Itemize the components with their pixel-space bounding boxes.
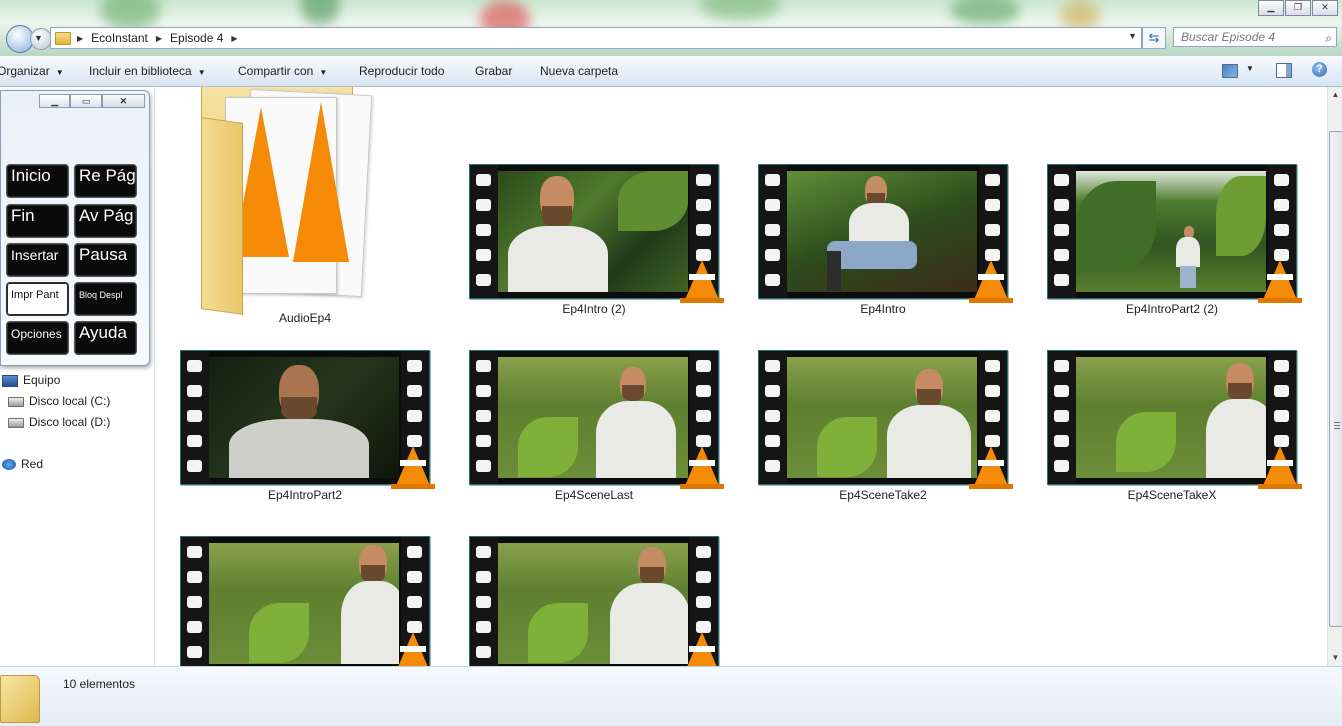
burn-button[interactable]: Grabar bbox=[475, 64, 512, 78]
video-thumbnail bbox=[180, 536, 431, 666]
refresh-button[interactable]: ⇆ bbox=[1142, 27, 1166, 49]
video-thumbnail bbox=[758, 164, 1013, 303]
key-insertar[interactable]: Insertar bbox=[6, 243, 69, 277]
search-icon[interactable]: ⌕ bbox=[1325, 29, 1332, 47]
share-with-menu[interactable]: Compartir con ▼ bbox=[238, 64, 327, 78]
caret-down-icon: ▼ bbox=[55, 68, 64, 77]
breadcrumb-ecoinstant[interactable]: EcoInstant bbox=[83, 31, 156, 45]
details-pane: 10 elementos bbox=[0, 666, 1342, 726]
organize-label: Organizar bbox=[0, 64, 50, 78]
osk-close-button[interactable]: ✕ bbox=[101, 94, 145, 108]
nav-item-computer[interactable]: Equipo bbox=[2, 373, 60, 387]
file-name: Ep4Intro (2) bbox=[562, 302, 626, 316]
network-icon bbox=[2, 459, 16, 471]
on-screen-keyboard[interactable]: ▁ ▭ ✕ Inicio Re Pág Fin Av Pág Insertar … bbox=[0, 90, 150, 366]
caret-down-icon: ▼ bbox=[319, 68, 328, 77]
include-library-label: Incluir en biblioteca bbox=[89, 64, 192, 78]
key-av-pag[interactable]: Av Pág bbox=[74, 204, 137, 238]
chevron-right-icon[interactable]: ▶ bbox=[231, 34, 237, 43]
folder-icon bbox=[0, 675, 40, 723]
scroll-up-icon[interactable]: ▲ bbox=[1328, 87, 1342, 103]
key-inicio[interactable]: Inicio bbox=[6, 164, 69, 198]
item-count: 10 elementos bbox=[63, 677, 136, 691]
close-button[interactable]: ✕ bbox=[1312, 0, 1338, 16]
caret-down-icon: ▼ bbox=[197, 68, 206, 77]
file-list[interactable]: AudioEp4 Ep4Intro (2) Ep4Intro Ep4IntroP… bbox=[155, 87, 1327, 666]
file-name: AudioEp4 bbox=[278, 311, 332, 325]
window-controls: ▁ ❐ ✕ bbox=[1257, 0, 1338, 16]
scrollbar-thumb[interactable] bbox=[1329, 131, 1342, 627]
key-ayuda[interactable]: Ayuda bbox=[74, 321, 137, 355]
search-placeholder: Buscar Episode 4 bbox=[1181, 30, 1276, 44]
vlc-icon bbox=[969, 446, 1013, 489]
vlc-icon bbox=[1258, 446, 1302, 489]
view-dropdown-icon[interactable]: ▼ bbox=[1246, 64, 1254, 73]
vertical-scrollbar[interactable]: ▲ ▼ bbox=[1327, 87, 1342, 666]
file-name: Ep4IntroPart2 bbox=[267, 488, 343, 502]
address-dropdown-icon[interactable]: ▼ bbox=[1128, 31, 1137, 41]
video-thumbnail bbox=[469, 350, 724, 489]
help-button[interactable]: ? bbox=[1312, 62, 1327, 77]
new-folder-button[interactable]: Nueva carpeta bbox=[540, 64, 618, 78]
file-name: Ep4IntroPart2 (2) bbox=[1125, 302, 1219, 316]
folder-icon bbox=[55, 31, 71, 45]
file-name: Ep4SceneTake2 bbox=[839, 488, 927, 502]
key-fin[interactable]: Fin bbox=[6, 204, 69, 238]
hard-disk-icon bbox=[8, 396, 24, 407]
folder-icon bbox=[195, 87, 375, 315]
key-pausa[interactable]: Pausa bbox=[74, 243, 137, 277]
key-opciones[interactable]: Opciones bbox=[6, 321, 69, 355]
vlc-icon bbox=[969, 260, 1013, 303]
osk-maximize-button[interactable]: ▭ bbox=[70, 94, 102, 108]
video-thumbnail bbox=[758, 350, 1013, 489]
video-thumbnail bbox=[469, 536, 720, 666]
nav-item-label: Equipo bbox=[23, 373, 61, 387]
address-bar[interactable]: ▶ EcoInstant ▶ Episode 4 ▶ ▼ bbox=[50, 27, 1142, 49]
include-library-menu[interactable]: Incluir en biblioteca ▼ bbox=[89, 64, 206, 78]
nav-item-disk-d[interactable]: Disco local (D:) bbox=[8, 415, 110, 429]
nav-item-label: Disco local (D:) bbox=[29, 415, 111, 429]
vlc-icon bbox=[684, 632, 720, 666]
vlc-icon bbox=[1258, 260, 1302, 303]
search-input[interactable]: Buscar Episode 4 ⌕ bbox=[1173, 27, 1337, 47]
key-impr-pant[interactable]: Impr Pant bbox=[6, 282, 69, 316]
file-name: Ep4Intro bbox=[860, 302, 906, 316]
vlc-icon bbox=[680, 260, 724, 303]
preview-pane-button[interactable] bbox=[1276, 63, 1292, 78]
organize-menu[interactable]: Organizar ▼ bbox=[0, 64, 64, 78]
computer-icon bbox=[2, 374, 18, 387]
file-name: Ep4SceneLast bbox=[554, 488, 634, 502]
osk-window-controls: ▁ ▭ ✕ bbox=[39, 94, 145, 108]
maximize-button[interactable]: ❐ bbox=[1285, 0, 1311, 16]
video-thumbnail bbox=[180, 350, 435, 489]
minimize-button[interactable]: ▁ bbox=[1258, 0, 1284, 16]
video-thumbnail bbox=[1047, 164, 1302, 303]
key-re-pag[interactable]: Re Pág bbox=[74, 164, 137, 198]
video-thumbnail bbox=[1047, 350, 1302, 489]
vlc-icon bbox=[680, 446, 724, 489]
nav-item-disk-c[interactable]: Disco local (C:) bbox=[8, 394, 110, 408]
nav-item-network[interactable]: Red bbox=[2, 457, 43, 471]
share-with-label: Compartir con bbox=[238, 64, 314, 78]
play-all-button[interactable]: Reproducir todo bbox=[359, 64, 444, 78]
scroll-down-icon[interactable]: ▼ bbox=[1328, 650, 1342, 666]
osk-minimize-button[interactable]: ▁ bbox=[39, 94, 71, 108]
history-dropdown-icon[interactable]: ▼ bbox=[34, 33, 43, 43]
breadcrumb-episode-4[interactable]: Episode 4 bbox=[162, 31, 231, 45]
file-name: Ep4SceneTakeX bbox=[1127, 488, 1217, 502]
key-bloq-despl[interactable]: Bloq Despl bbox=[74, 282, 137, 316]
title-bar: ▼ ▶ EcoInstant ▶ Episode 4 ▶ ▼ ⇆ Buscar … bbox=[0, 0, 1342, 56]
video-thumbnail bbox=[469, 164, 724, 303]
change-view-icon[interactable] bbox=[1222, 64, 1238, 78]
nav-item-label: Disco local (C:) bbox=[29, 394, 111, 408]
vlc-icon bbox=[391, 446, 435, 489]
nav-item-label: Red bbox=[21, 457, 44, 471]
vlc-icon bbox=[395, 632, 431, 666]
command-bar: Organizar ▼ Incluir en biblioteca ▼ Compar… bbox=[0, 56, 1342, 87]
hard-disk-icon bbox=[8, 417, 24, 428]
